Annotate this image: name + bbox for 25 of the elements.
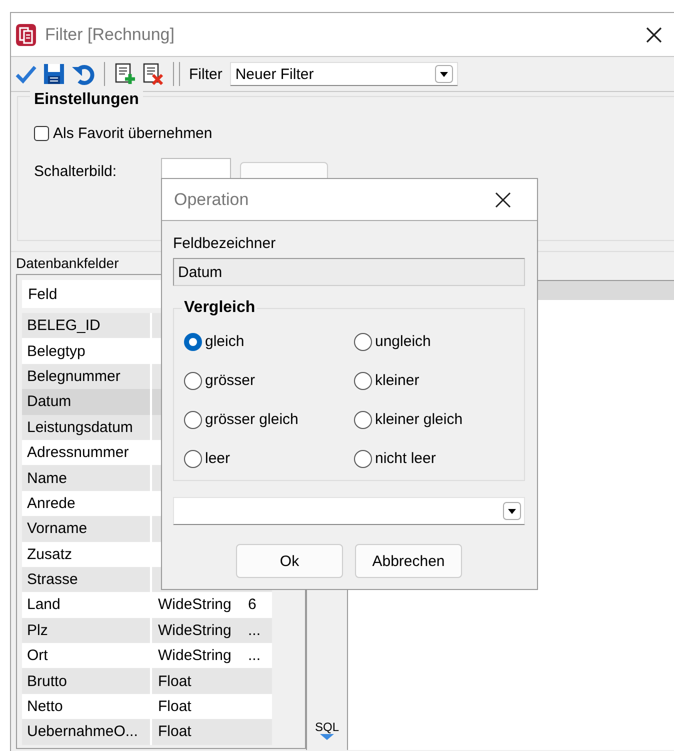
button-image-label: Schalterbild: bbox=[34, 163, 118, 180]
group-title: Einstellungen bbox=[30, 91, 143, 109]
field-label: Feldbezeichner bbox=[173, 235, 277, 252]
table-cell-text: WideString bbox=[157, 622, 232, 639]
dialog-title: Operation bbox=[174, 190, 249, 210]
radio-label: leer bbox=[205, 450, 230, 467]
filter-label: Filter bbox=[189, 66, 222, 82]
checkbox-label: Als Favorit übernehmen bbox=[53, 125, 212, 142]
radio-label: ungleich bbox=[375, 333, 431, 350]
table-cell-text: Float bbox=[157, 698, 192, 716]
table-cell-text: WideString bbox=[157, 647, 232, 664]
table-cell: UebernahmeO... bbox=[22, 719, 152, 745]
radio-label: grösser bbox=[205, 372, 256, 389]
table-cell-text: WideString bbox=[157, 596, 232, 614]
table-cell-text: 6 bbox=[247, 596, 256, 614]
table-cell-text: ... bbox=[247, 647, 261, 664]
radio-label: kleiner gleich bbox=[375, 411, 463, 428]
table-cell-text: Float bbox=[157, 723, 192, 740]
radio-label: nicht leer bbox=[375, 450, 436, 467]
table-cell-text: Float bbox=[157, 672, 192, 690]
table-cell-text: ... bbox=[247, 622, 261, 639]
radio-label: kleiner bbox=[375, 372, 420, 389]
group-title: Vergleich bbox=[182, 299, 258, 317]
window-title: Filter [Rechnung] bbox=[45, 24, 174, 44]
panel-title: Datenbankfelder bbox=[16, 254, 119, 272]
